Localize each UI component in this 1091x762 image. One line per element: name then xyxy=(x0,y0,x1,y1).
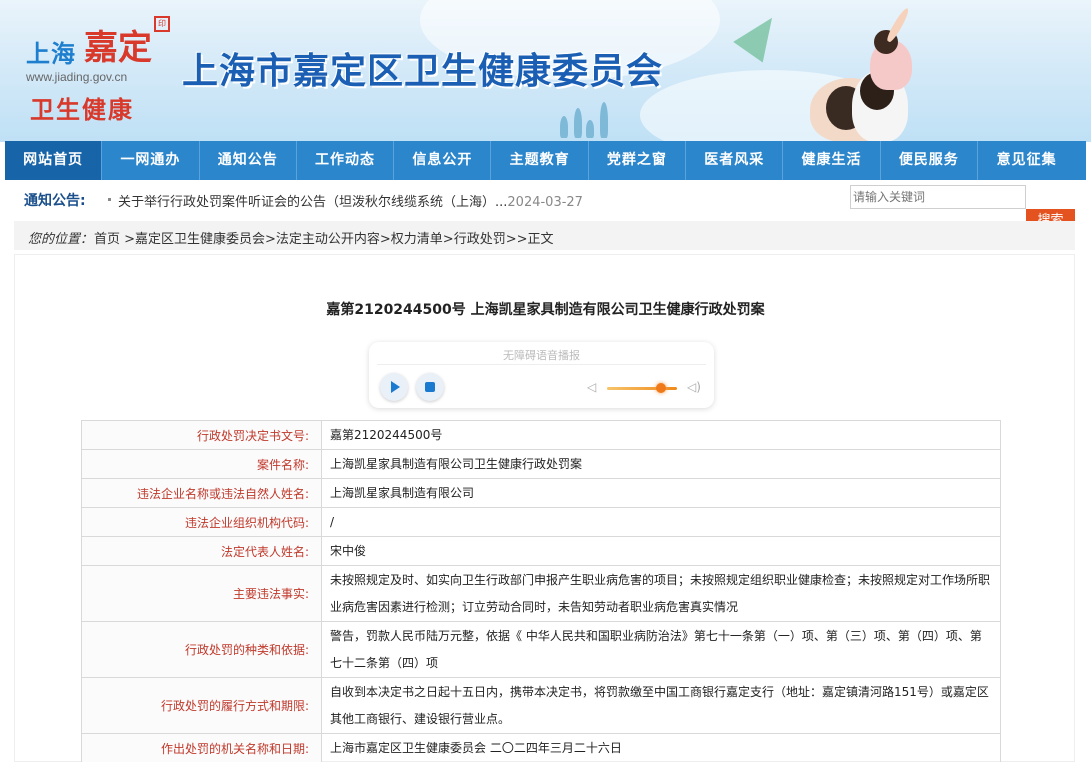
table-key: 作出处罚的机关名称和日期: xyxy=(81,733,322,762)
tts-player-label: 无障碍语音播报 xyxy=(503,349,580,362)
table-key: 主要违法事实: xyxy=(81,565,322,622)
table-row: 行政处罚的履行方式和期限: 自收到本决定书之日起十五日内，携带本决定书，将罚款缴… xyxy=(81,677,1001,734)
notice-label: 通知公告: xyxy=(24,193,86,209)
volume-high-icon: ◁) xyxy=(687,380,701,394)
table-row: 违法企业名称或违法自然人姓名: 上海凯星家具制造有限公司 xyxy=(81,478,1001,508)
volume-low-icon: ◁ xyxy=(587,380,597,394)
breadcrumb: 您的位置： 首页 >嘉定区卫生健康委员会>法定主动公开内容>权力清单>行政处罚>… xyxy=(14,221,1075,250)
table-row: 行政处罚的种类和依据: 警告，罚款人民币陆万元整，依据《 中华人民共和国职业病防… xyxy=(81,621,1001,678)
nav-item-notices[interactable]: 通知公告 xyxy=(200,141,297,180)
table-value: 宋中俊 xyxy=(321,536,1001,566)
breadcrumb-prefix: 您的位置： xyxy=(28,232,94,247)
table-key: 法定代表人姓名: xyxy=(81,536,322,566)
table-value: 自收到本决定书之日起十五日内，携带本决定书，将罚款缴至中国工商银行嘉定支行（地址… xyxy=(321,677,1001,734)
table-value: 上海凯星家具制造有限公司卫生健康行政处罚案 xyxy=(321,449,1001,479)
table-key: 行政处罚决定书文号: xyxy=(81,420,322,450)
table-value: 嘉第2120244500号 xyxy=(321,420,1001,450)
site-title: 上海市嘉定区卫生健康委员会 xyxy=(182,51,664,92)
table-key: 案件名称: xyxy=(81,449,322,479)
table-value: / xyxy=(321,507,1001,537)
table-row: 作出处罚的机关名称和日期: 上海市嘉定区卫生健康委员会 二〇二四年三月二十六日 xyxy=(81,733,1001,762)
table-row: 主要违法事实: 未按照规定及时、如实向卫生行政部门申报产生职业病危害的项目；未按… xyxy=(81,565,1001,622)
table-value: 上海凯星家具制造有限公司 xyxy=(321,478,1001,508)
table-row: 法定代表人姓名: 宋中俊 xyxy=(81,536,1001,566)
table-row: 案件名称: 上海凯星家具制造有限公司卫生健康行政处罚案 xyxy=(81,449,1001,479)
article-title: 嘉第2120244500号 上海凯星家具制造有限公司卫生健康行政处罚案 xyxy=(326,302,765,318)
notice-title[interactable]: 关于举行行政处罚案件听证会的公告（坦泼秋尔线缆系统（上海）... xyxy=(118,195,507,210)
search-input[interactable] xyxy=(850,185,1026,209)
nav-item-services[interactable]: 便民服务 xyxy=(881,141,978,180)
play-button[interactable] xyxy=(380,373,408,401)
table-value: 未按照规定及时、如实向卫生行政部门申报产生职业病危害的项目；未按照规定组织职业健… xyxy=(321,565,1001,622)
table-row: 行政处罚决定书文号: 嘉第2120244500号 xyxy=(81,420,1001,450)
article-content: 嘉第2120244500号 上海凯星家具制造有限公司卫生健康行政处罚案 无障碍语… xyxy=(14,254,1075,762)
nav-item-info-disclosure[interactable]: 信息公开 xyxy=(394,141,492,180)
table-value: 上海市嘉定区卫生健康委员会 二〇二四年三月二十六日 xyxy=(321,733,1001,762)
site-logo[interactable]: 上海 嘉定 印 www.jiading.gov.cn 卫生健康 xyxy=(22,12,172,127)
divider xyxy=(377,364,706,365)
banner-family-photo xyxy=(790,0,1091,142)
logo-shanghai-text: 上海 xyxy=(26,40,76,68)
header-banner: 上海 嘉定 印 www.jiading.gov.cn 卫生健康 上海市嘉定区卫生… xyxy=(0,0,1091,142)
volume-slider-handle[interactable] xyxy=(656,383,666,393)
stop-button[interactable] xyxy=(416,373,444,401)
logo-url: www.jiading.gov.cn xyxy=(26,70,128,84)
breadcrumb-path[interactable]: 首页 >嘉定区卫生健康委员会>法定主动公开内容>权力清单>行政处罚>>正文 xyxy=(94,228,554,247)
nav-item-one-stop[interactable]: 一网通办 xyxy=(102,141,200,180)
paper-crane-decoration xyxy=(733,7,787,63)
penalty-info-table: 行政处罚决定书文号: 嘉第2120244500号 案件名称: 上海凯星家具制造有… xyxy=(81,420,1001,762)
nav-item-party-window[interactable]: 党群之窗 xyxy=(589,141,687,180)
nav-item-feedback[interactable]: 意见征集 xyxy=(978,141,1075,180)
logo-jiading-text: 嘉定 xyxy=(84,28,152,68)
logo-seal-icon: 印 xyxy=(154,16,170,32)
table-key: 违法企业名称或违法自然人姓名: xyxy=(81,478,322,508)
volume-slider[interactable] xyxy=(607,387,677,390)
nav-item-healthy-life[interactable]: 健康生活 xyxy=(783,141,881,180)
nav-item-work-news[interactable]: 工作动态 xyxy=(297,141,395,180)
nav-item-theme-education[interactable]: 主题教育 xyxy=(491,141,589,180)
table-key: 行政处罚的履行方式和期限: xyxy=(81,677,322,734)
logo-health-text: 卫生健康 xyxy=(30,96,134,124)
table-row: 违法企业组织机构代码: / xyxy=(81,507,1001,537)
main-nav: 网站首页 一网通办 通知公告 工作动态 信息公开 主题教育 党群之窗 医者风采 … xyxy=(5,141,1086,180)
nav-item-doctors[interactable]: 医者风采 xyxy=(686,141,784,180)
tts-player: 无障碍语音播报 ◁ ◁) xyxy=(369,342,714,408)
table-key: 行政处罚的种类和依据: xyxy=(81,621,322,678)
notice-date: 2024-03-27 xyxy=(507,195,583,210)
table-value: 警告，罚款人民币陆万元整，依据《 中华人民共和国职业病防治法》第七十一条第（一）… xyxy=(321,621,1001,678)
bullet-icon xyxy=(108,198,111,201)
banner-trees-decoration xyxy=(556,98,616,138)
notice-link[interactable]: 关于举行行政处罚案件听证会的公告（坦泼秋尔线缆系统（上海）...2024-03-… xyxy=(118,191,583,210)
table-key: 违法企业组织机构代码: xyxy=(81,507,322,537)
nav-item-home[interactable]: 网站首页 xyxy=(5,141,103,180)
